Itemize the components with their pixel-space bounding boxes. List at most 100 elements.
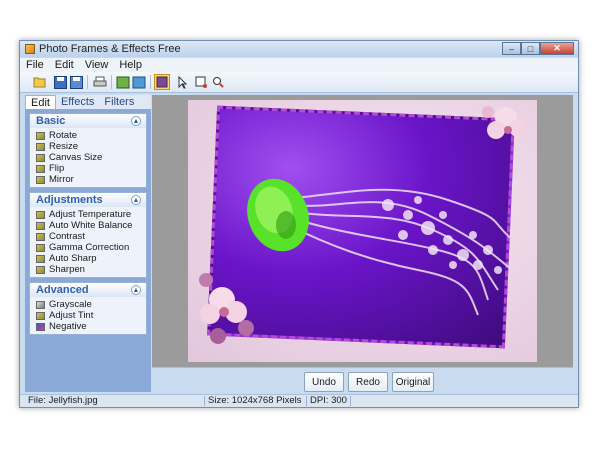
tool-label: Auto White Balance	[49, 220, 133, 231]
tool-label: Mirror	[49, 174, 74, 185]
tool-label: Adjust Tint	[49, 310, 94, 321]
group-title: Basic	[36, 115, 66, 127]
tool-label: Rotate	[49, 130, 77, 141]
rectangle-icon[interactable]	[193, 74, 209, 90]
group-title: Adjustments	[36, 194, 103, 206]
toolbar-separator	[150, 75, 151, 89]
framed-photo[interactable]	[188, 100, 537, 362]
tool-flip[interactable]: Flip	[36, 163, 146, 174]
redo-button[interactable]: Redo	[348, 372, 388, 392]
tab-effects[interactable]: Effects	[56, 95, 99, 109]
tool-label: Resize	[49, 141, 79, 152]
group-header[interactable]: Advanced ▲	[30, 283, 146, 297]
canvas-size-icon	[36, 153, 45, 162]
tool-grayscale[interactable]: Grayscale	[36, 299, 146, 310]
minimize-button[interactable]: –	[502, 42, 521, 55]
tool-groups: Basic ▲ Rotate Resize Canvas Size Flip M…	[29, 113, 147, 339]
tool-adjust-tint[interactable]: Adjust Tint	[36, 310, 146, 321]
tool-label: Gamma Correction	[49, 242, 130, 253]
gamma-icon	[36, 243, 45, 252]
tool-label: Sharpen	[49, 264, 85, 275]
action-bar: Undo Redo Original	[152, 367, 573, 393]
tool-label: Negative	[49, 321, 87, 332]
group-header[interactable]: Adjustments ▲	[30, 193, 146, 207]
toolbar-separator	[87, 75, 88, 89]
contrast-icon	[36, 232, 45, 241]
white-balance-icon	[36, 221, 45, 230]
group-basic: Basic ▲ Rotate Resize Canvas Size Flip M…	[29, 113, 147, 188]
zoom-icon[interactable]	[210, 74, 226, 90]
toolbar-separator	[111, 75, 112, 89]
sharpen-icon	[36, 265, 45, 274]
negative-icon	[36, 322, 45, 331]
grayscale-icon	[36, 300, 45, 309]
select-icon[interactable]	[115, 74, 131, 90]
original-button[interactable]: Original	[392, 372, 434, 392]
menu-view[interactable]: View	[85, 58, 109, 72]
tab-filters[interactable]: Filters	[99, 95, 139, 109]
image-canvas[interactable]	[152, 95, 573, 367]
window-title: Photo Frames & Effects Free	[39, 43, 181, 55]
undo-button[interactable]: Undo	[304, 372, 344, 392]
menu-bar: File Edit View Help	[20, 58, 578, 72]
status-separator	[204, 396, 205, 406]
window-controls: – □ ✕	[502, 42, 574, 55]
tool-adjust-temperature[interactable]: Adjust Temperature	[36, 209, 146, 220]
jellyfish-image	[199, 106, 527, 344]
tools-panel: Edit Effects Filters Basic ▲ Rotate Resi…	[25, 95, 151, 392]
tool-label: Grayscale	[49, 299, 92, 310]
group-header[interactable]: Basic ▲	[30, 114, 146, 128]
status-size: Size: 1024x768 Pixels	[208, 395, 302, 406]
panel-tabs: Edit Effects Filters	[25, 95, 151, 109]
status-file: File: Jellyfish.jpg	[28, 395, 98, 406]
status-dpi: DPI: 300	[310, 395, 347, 406]
collapse-icon[interactable]: ▲	[131, 195, 141, 205]
menu-edit[interactable]: Edit	[55, 58, 74, 72]
temperature-icon	[36, 210, 45, 219]
group-title: Advanced	[36, 284, 89, 296]
tool-auto-sharp[interactable]: Auto Sharp	[36, 253, 146, 264]
tool-sharpen[interactable]: Sharpen	[36, 264, 146, 275]
tool-label: Auto Sharp	[49, 253, 97, 264]
group-adjustments: Adjustments ▲ Adjust Temperature Auto Wh…	[29, 192, 147, 278]
collapse-icon[interactable]: ▲	[131, 285, 141, 295]
save-icon[interactable]	[52, 74, 68, 90]
tool-resize[interactable]: Resize	[36, 141, 146, 152]
collapse-icon[interactable]: ▲	[131, 116, 141, 126]
title-bar[interactable]: Photo Frames & Effects Free – □ ✕	[20, 41, 578, 57]
status-separator	[306, 396, 307, 406]
maximize-button[interactable]: □	[521, 42, 540, 55]
crop-icon[interactable]	[131, 74, 147, 90]
resize-icon	[36, 142, 45, 151]
tool-contrast[interactable]: Contrast	[36, 231, 146, 242]
mirror-icon	[36, 175, 45, 184]
tool-negative[interactable]: Negative	[36, 321, 146, 332]
menu-file[interactable]: File	[26, 58, 44, 72]
tool-label: Contrast	[49, 231, 85, 242]
tool-canvas-size[interactable]: Canvas Size	[36, 152, 146, 163]
app-icon	[25, 44, 35, 54]
tool-label: Canvas Size	[49, 152, 103, 163]
tool-gamma-correction[interactable]: Gamma Correction	[36, 242, 146, 253]
frame-icon[interactable]	[154, 74, 170, 90]
group-advanced: Advanced ▲ Grayscale Adjust Tint Negativ…	[29, 282, 147, 335]
tab-edit[interactable]: Edit	[25, 95, 56, 109]
flip-icon	[36, 164, 45, 173]
open-icon[interactable]	[32, 74, 48, 90]
status-bar: File: Jellyfish.jpg Size: 1024x768 Pixel…	[20, 394, 578, 407]
toolbar	[20, 72, 578, 93]
tool-label: Flip	[49, 163, 65, 174]
close-button[interactable]: ✕	[540, 42, 574, 55]
tint-icon	[36, 311, 45, 320]
app-window: Photo Frames & Effects Free – □ ✕ File E…	[19, 40, 579, 408]
menu-help[interactable]: Help	[119, 58, 142, 72]
print-icon[interactable]	[92, 74, 108, 90]
auto-sharp-icon	[36, 254, 45, 263]
rotate-icon	[36, 131, 45, 140]
save-as-icon[interactable]	[68, 74, 84, 90]
pointer-icon[interactable]	[175, 74, 191, 90]
tool-rotate[interactable]: Rotate	[36, 130, 146, 141]
tool-auto-white-balance[interactable]: Auto White Balance	[36, 220, 146, 231]
tool-label: Adjust Temperature	[49, 209, 132, 220]
tool-mirror[interactable]: Mirror	[36, 174, 146, 185]
